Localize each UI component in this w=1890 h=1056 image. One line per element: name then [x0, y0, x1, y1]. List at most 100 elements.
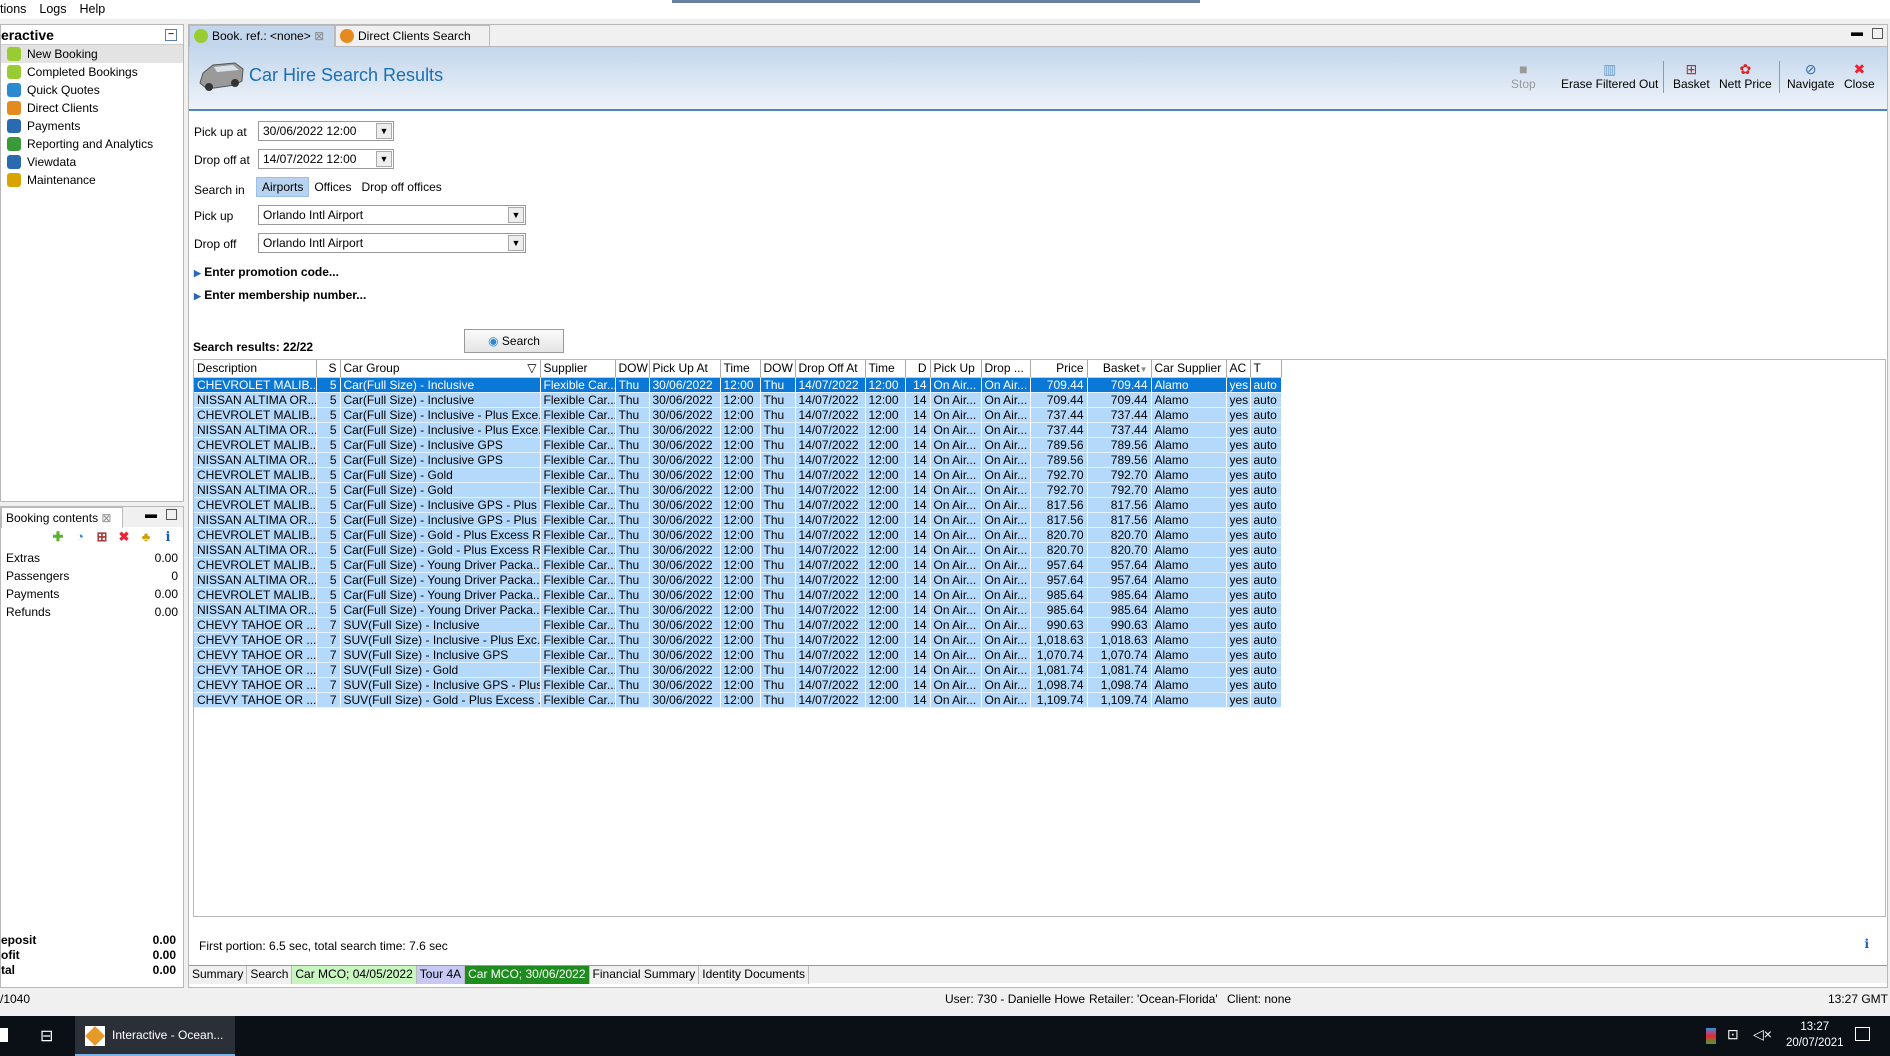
column-header[interactable]: S [316, 360, 341, 378]
taskbar-app-interactive[interactable]: Interactive - Ocean... [75, 1016, 235, 1056]
table-row[interactable]: CHEVY TAHOE OR ... 7 SUV(Full Size) - Gold… [194, 692, 1282, 708]
notifications-icon[interactable] [1855, 1027, 1870, 1041]
pickup-location-select[interactable]: Orlando Intl Airport ▼ [258, 205, 526, 225]
minimize-icon[interactable]: ▬ [1851, 25, 1863, 39]
column-header[interactable]: Pick Up [930, 360, 982, 378]
bottom-tab[interactable]: Tour 4A [416, 966, 466, 984]
bottom-tab[interactable]: Summary [189, 966, 248, 984]
info-icon[interactable]: i [1864, 937, 1869, 951]
column-header[interactable]: Drop Off At [795, 360, 866, 378]
stop-button[interactable]: ■ Stop [1511, 61, 1536, 91]
menu-options[interactable]: tions [0, 0, 33, 16]
column-header[interactable]: DOW [760, 360, 796, 378]
column-header[interactable]: AC [1226, 360, 1251, 378]
table-row[interactable]: CHEVROLET MALIB... 5 Car(Full Size) - Gold… [194, 527, 1282, 543]
pickup-datetime-field[interactable]: 30/06/2022 12:00 ▼ [258, 121, 394, 141]
refresh-clock-icon[interactable]: ◔ [73, 530, 87, 544]
column-header[interactable]: ▽ Car Group [340, 360, 541, 378]
nav-item-new-booking[interactable]: New Booking [1, 45, 183, 63]
column-header[interactable]: Car Supplier [1151, 360, 1227, 378]
start-icon[interactable] [0, 1028, 8, 1042]
chevron-down-icon[interactable]: ▼ [508, 235, 524, 251]
close-button[interactable]: ✖ Close [1844, 61, 1875, 91]
table-row[interactable]: CHEVROLET MALIB... 5 Car(Full Size) - Incl… [194, 497, 1282, 513]
search-button[interactable]: ◉ Search [464, 329, 564, 353]
volume-muted-icon[interactable]: ◁× [1753, 1026, 1772, 1043]
menu-help[interactable]: Help [74, 0, 113, 16]
promotion-code-expander[interactable]: ▶ Enter promotion code... [194, 265, 339, 279]
table-row[interactable]: CHEVY TAHOE OR ... 7 SUV(Full Size) - Incl… [194, 647, 1282, 663]
nav-item-reporting-and-analytics[interactable]: Reporting and Analytics [1, 135, 183, 153]
clock[interactable]: 13:27 20/07/2021 [1786, 1019, 1844, 1051]
dropoff-location-select[interactable]: Orlando Intl Airport ▼ [258, 233, 526, 253]
table-row[interactable]: CHEVROLET MALIB... 5 Car(Full Size) - Incl… [194, 407, 1282, 423]
table-row[interactable]: NISSAN ALTIMA OR... 5 Car(Full Size) - Inc… [194, 392, 1282, 408]
chevron-down-icon[interactable]: ▼ [376, 151, 392, 167]
table-row[interactable]: NISSAN ALTIMA OR... 5 Car(Full Size) - Gol… [194, 542, 1282, 558]
table-row[interactable]: NISSAN ALTIMA OR... 5 Car(Full Size) - You… [194, 602, 1282, 618]
chevron-down-icon[interactable]: ▼ [508, 207, 524, 223]
table-row[interactable]: NISSAN ALTIMA OR... 5 Car(Full Size) - You… [194, 572, 1282, 588]
tab-booking-ref[interactable]: Book. ref.: <none> ⊠ [189, 25, 335, 47]
palm-tree-icon[interactable]: ♣ [139, 530, 153, 544]
table-row[interactable]: NISSAN ALTIMA OR... 5 Car(Full Size) - Inc… [194, 422, 1282, 438]
bottom-tab[interactable]: Car MCO; 04/05/2022 [292, 966, 417, 984]
column-header[interactable]: Basket▼ [1087, 360, 1152, 378]
info-icon[interactable]: i [161, 531, 175, 545]
bottom-tab[interactable]: Car MCO; 30/06/2022 [465, 966, 590, 984]
table-row[interactable]: NISSAN ALTIMA OR... 5 Car(Full Size) - Inc… [194, 452, 1282, 468]
minimize-icon[interactable]: ▬ [145, 507, 157, 521]
column-header[interactable]: Pick Up At [649, 360, 721, 378]
table-row[interactable]: NISSAN ALTIMA OR... 5 Car(Full Size) - Inc… [194, 512, 1282, 528]
nav-item-maintenance[interactable]: Maintenance [1, 171, 183, 189]
nav-item-viewdata[interactable]: Viewdata [1, 153, 183, 171]
bottom-tab[interactable]: Search [247, 966, 293, 984]
bottom-tab[interactable]: Financial Summary [589, 966, 700, 984]
close-icon[interactable]: ⊠ [101, 511, 111, 525]
basket-button[interactable]: ⊞ Basket [1673, 61, 1710, 91]
add-icon[interactable]: ✚ [51, 530, 65, 544]
table-row[interactable]: CHEVROLET MALIB... 5 Car(Full Size) - Youn… [194, 557, 1282, 573]
column-header[interactable]: Time [720, 360, 761, 378]
column-header[interactable]: Drop ... [981, 360, 1031, 378]
table-row[interactable]: CHEVY TAHOE OR ... 7 SUV(Full Size) - Incl… [194, 632, 1282, 648]
basket-icon[interactable]: ⊞ [95, 530, 109, 544]
column-header[interactable]: Time [865, 360, 906, 378]
collapse-button[interactable]: − [165, 29, 177, 41]
nav-item-direct-clients[interactable]: Direct Clients [1, 99, 183, 117]
column-header[interactable]: D [905, 360, 931, 378]
nett-price-button[interactable]: ✿ Nett Price [1719, 61, 1772, 91]
tab-booking-contents[interactable]: Booking contents ⊠ [1, 507, 123, 528]
dropoff-datetime-field[interactable]: 14/07/2022 12:00 ▼ [258, 149, 394, 169]
table-row[interactable]: NISSAN ALTIMA OR... 5 Car(Full Size) - Gol… [194, 482, 1282, 498]
table-row[interactable]: CHEVROLET MALIB... 5 Car(Full Size) - Gold… [194, 467, 1282, 483]
delete-icon[interactable]: ✖ [117, 530, 131, 544]
menu-logs[interactable]: Logs [33, 0, 73, 16]
table-row[interactable]: CHEVY TAHOE OR ... 7 SUV(Full Size) - Incl… [194, 617, 1282, 633]
erase-filtered-out-button[interactable]: ▥ Erase Filtered Out [1561, 61, 1658, 91]
column-header[interactable]: Supplier [540, 360, 616, 378]
maximize-icon[interactable] [1872, 28, 1883, 39]
column-header[interactable]: Description [194, 360, 317, 378]
table-row[interactable]: CHEVY TAHOE OR ... 7 SUV(Full Size) - Incl… [194, 677, 1282, 693]
column-header[interactable]: Price [1030, 360, 1088, 378]
network-icon[interactable]: ⊡ [1727, 1026, 1739, 1043]
table-row[interactable]: CHEVROLET MALIB... 5 Car(Full Size) - Youn… [194, 587, 1282, 603]
table-row[interactable]: CHEVROLET MALIB... 5 Car(Full Size) - Incl… [194, 377, 1282, 393]
column-header[interactable]: T [1250, 360, 1282, 378]
table-row[interactable]: CHEVY TAHOE OR ... 7 SUV(Full Size) - Gold… [194, 662, 1282, 678]
tray-app-icon[interactable] [1706, 1028, 1716, 1044]
column-header[interactable]: DOW [615, 360, 650, 378]
close-icon[interactable]: ⊠ [314, 29, 324, 43]
filter-icon[interactable]: ▽ [527, 361, 536, 375]
nav-item-quick-quotes[interactable]: Quick Quotes [1, 81, 183, 99]
nav-item-payments[interactable]: Payments [1, 117, 183, 135]
maximize-icon[interactable] [166, 509, 177, 520]
nav-item-completed-bookings[interactable]: Completed Bookings [1, 63, 183, 81]
task-view-icon[interactable]: ⊟ [40, 1026, 53, 1046]
chevron-down-icon[interactable]: ▼ [376, 123, 392, 139]
table-row[interactable]: CHEVROLET MALIB... 5 Car(Full Size) - Incl… [194, 437, 1282, 453]
search-in-offices[interactable]: Offices [309, 178, 356, 198]
search-in-drop-off-offices[interactable]: Drop off offices [356, 178, 446, 198]
tab-direct-clients-search[interactable]: Direct Clients Search [335, 25, 490, 47]
